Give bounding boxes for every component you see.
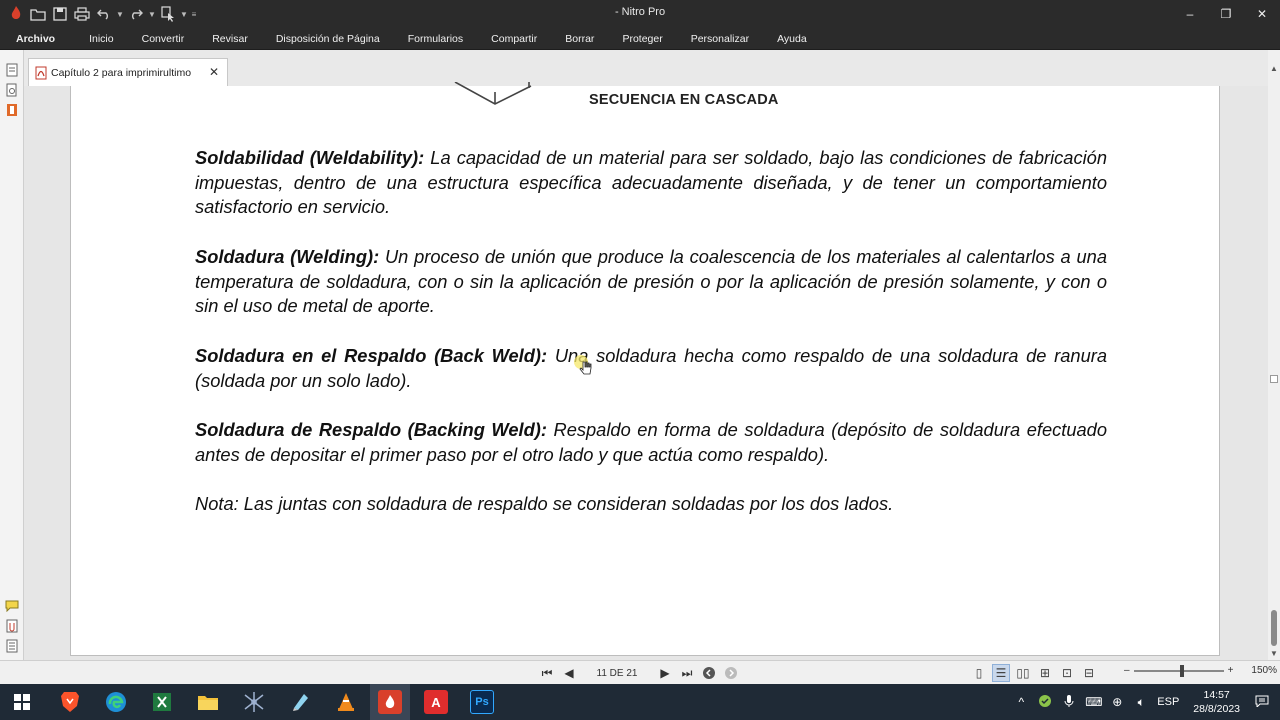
- scroll-position-marker: [1270, 375, 1278, 383]
- scroll-down-icon[interactable]: ▼: [1270, 649, 1278, 658]
- last-page-icon[interactable]: ⏭: [678, 664, 696, 682]
- fit-width-icon[interactable]: ⊡: [1058, 664, 1076, 682]
- fit-page-icon[interactable]: ⊟: [1080, 664, 1098, 682]
- zoom-in-button[interactable]: +: [1228, 665, 1234, 676]
- single-page-view-icon[interactable]: ▯: [970, 664, 988, 682]
- title-bar: ▼ ▼ ▼ ≡ - Nitro Pro – ❐ ✕: [0, 0, 1280, 28]
- continuous-facing-view-icon[interactable]: ⊞: [1036, 664, 1054, 682]
- vertical-scrollbar[interactable]: ▲ ▼: [1268, 50, 1280, 660]
- clock-time: 14:57: [1203, 689, 1230, 701]
- zoom-level[interactable]: 150%: [1251, 665, 1277, 676]
- comments-panel-icon[interactable]: [4, 598, 19, 613]
- definition-paragraph: Soldabilidad (Weldability): La capacidad…: [195, 146, 1107, 220]
- window-controls: – ❐ ✕: [1172, 0, 1280, 28]
- menu-proteger[interactable]: Proteger: [608, 33, 676, 45]
- excel-icon[interactable]: [150, 690, 174, 714]
- definition-term: Soldadura (Welding):: [195, 246, 380, 267]
- volume-icon[interactable]: 🔈︎: [1133, 695, 1149, 710]
- menu-disposicion-de-pagina[interactable]: Disposición de Página: [262, 33, 394, 45]
- definition-term: Soldabilidad (Weldability):: [195, 147, 425, 168]
- note-paragraph: Nota: Las juntas con soldadura de respal…: [195, 492, 1107, 517]
- next-view-icon[interactable]: [722, 664, 740, 682]
- status-bar: ⏮ ◀ 11 DE 21 ▶ ⏭ ▯ ☰ ▯▯ ⊞ ⊡ ⊟ – + 150%: [0, 660, 1280, 684]
- acrobat-taskbar-icon[interactable]: A: [424, 690, 448, 714]
- document-tab-strip: Capítulo 2 para imprimirultimo ✕: [24, 50, 1280, 86]
- windows-taskbar: A Ps ^ ⌨ ⊕ 🔈︎ ESP 14:57 28/8/2023: [0, 684, 1280, 720]
- menu-convertir[interactable]: Convertir: [128, 33, 199, 45]
- network-globe-icon[interactable]: ⊕: [1109, 695, 1125, 709]
- ribbon-menu: Archivo Inicio Convertir Revisar Disposi…: [0, 28, 1280, 50]
- windows-start-icon[interactable]: [10, 690, 34, 714]
- diagram-fragment: [454, 82, 532, 105]
- document-viewport[interactable]: SECUENCIA EN CASCADA Soldabilidad (Welda…: [24, 82, 1268, 660]
- view-mode-buttons: ▯ ☰ ▯▯ ⊞ ⊡ ⊟: [970, 664, 1098, 682]
- pdf-page: SECUENCIA EN CASCADA Soldabilidad (Welda…: [70, 82, 1220, 656]
- security-tray-icon[interactable]: [1037, 694, 1053, 711]
- definition-paragraph: Soldadura de Respaldo (Backing Weld): Re…: [195, 418, 1107, 467]
- zoom-slider[interactable]: [1133, 664, 1224, 677]
- page-indicator[interactable]: 11 DE 21: [582, 668, 652, 679]
- previous-page-icon[interactable]: ◀: [560, 664, 578, 682]
- menu-borrar[interactable]: Borrar: [551, 33, 608, 45]
- notifications-icon[interactable]: [1254, 695, 1270, 710]
- zoom-control: – + 150%: [1124, 664, 1277, 677]
- bookmarks-panel-icon[interactable]: [4, 102, 19, 117]
- pdf-file-icon: [35, 66, 47, 79]
- zoom-out-button[interactable]: –: [1124, 665, 1130, 676]
- network-app-icon[interactable]: [242, 690, 266, 714]
- notepad-icon[interactable]: [288, 690, 312, 714]
- first-page-icon[interactable]: ⏮: [538, 664, 556, 682]
- figure-caption: SECUENCIA EN CASCADA: [589, 92, 779, 108]
- edge-browser-icon[interactable]: [104, 690, 128, 714]
- menu-ayuda[interactable]: Ayuda: [763, 33, 821, 45]
- restore-button[interactable]: ❐: [1208, 0, 1244, 28]
- definition-term: Soldadura en el Respaldo (Back Weld):: [195, 345, 548, 366]
- hand-cursor-icon: [574, 355, 592, 375]
- definition-paragraph: Soldadura en el Respaldo (Back Weld): Un…: [195, 344, 1107, 393]
- menu-formularios[interactable]: Formularios: [394, 33, 477, 45]
- clock[interactable]: 14:57 28/8/2023: [1187, 688, 1246, 716]
- menu-inicio[interactable]: Inicio: [75, 33, 128, 45]
- photoshop-taskbar-icon[interactable]: Ps: [470, 690, 494, 714]
- menu-personalizar[interactable]: Personalizar: [677, 33, 763, 45]
- scroll-up-icon[interactable]: ▲: [1270, 64, 1278, 73]
- document-tab[interactable]: Capítulo 2 para imprimirultimo ✕: [28, 58, 228, 86]
- continuous-view-icon[interactable]: ☰: [992, 664, 1010, 682]
- show-hidden-icons-icon[interactable]: ^: [1013, 695, 1029, 709]
- clock-date: 28/8/2023: [1193, 703, 1240, 715]
- menu-archivo[interactable]: Archivo: [10, 33, 75, 45]
- window-title: - Nitro Pro: [614, 6, 666, 18]
- minimize-button[interactable]: –: [1172, 0, 1208, 28]
- facing-pages-view-icon[interactable]: ▯▯: [1014, 664, 1032, 682]
- vlc-icon[interactable]: [334, 690, 358, 714]
- pages-panel-icon[interactable]: [4, 62, 19, 77]
- page-navigation: ⏮ ◀ 11 DE 21 ▶ ⏭: [538, 664, 740, 682]
- close-tab-button[interactable]: ✕: [209, 65, 219, 79]
- definition-paragraph: Soldadura (Welding): Un proceso de unión…: [195, 245, 1107, 319]
- attachments-panel-icon[interactable]: [4, 618, 19, 633]
- left-panel-rail: [0, 50, 24, 660]
- input-method-icon[interactable]: ⌨: [1085, 695, 1102, 709]
- nitro-pro-taskbar-icon[interactable]: [378, 690, 402, 714]
- close-button[interactable]: ✕: [1244, 0, 1280, 28]
- previous-view-icon[interactable]: [700, 664, 718, 682]
- document-tab-label: Capítulo 2 para imprimirultimo: [51, 66, 192, 79]
- definition-term: Soldadura de Respaldo (Backing Weld):: [195, 419, 547, 440]
- menu-compartir[interactable]: Compartir: [477, 33, 551, 45]
- next-page-icon[interactable]: ▶: [656, 664, 674, 682]
- layers-panel-icon[interactable]: [4, 638, 19, 653]
- zoom-slider-knob[interactable]: [1179, 664, 1184, 677]
- menu-revisar[interactable]: Revisar: [198, 33, 262, 45]
- system-tray: ^ ⌨ ⊕ 🔈︎ ESP 14:57 28/8/2023: [1013, 684, 1280, 720]
- note-text: Nota: Las juntas con soldadura de respal…: [195, 493, 894, 514]
- brave-browser-icon[interactable]: [58, 690, 82, 714]
- microphone-icon[interactable]: [1061, 694, 1077, 711]
- language-indicator[interactable]: ESP: [1157, 696, 1179, 708]
- file-explorer-icon[interactable]: [196, 690, 220, 714]
- search-panel-icon[interactable]: [4, 82, 19, 97]
- scroll-thumb[interactable]: [1271, 610, 1277, 646]
